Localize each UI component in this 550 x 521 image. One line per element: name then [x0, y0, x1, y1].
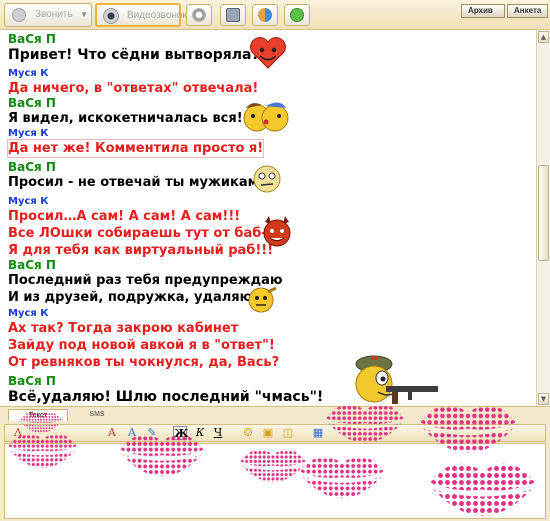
sender-name: ВаСя П [8, 96, 56, 110]
voice-call-button[interactable]: Звонить ▼ [4, 3, 92, 27]
phone-icon [12, 8, 26, 22]
devil-smiley-icon [263, 216, 291, 247]
video-call-button[interactable]: Видеозвонок [95, 3, 187, 27]
sender-name: Муся К [8, 68, 49, 79]
message-line: Да ничего, в "ответах" отвечала! [8, 81, 259, 96]
contacts-button[interactable] [252, 4, 278, 26]
message-line: Зайду под новой авкой я в "ответ"! [8, 338, 275, 353]
message-line: Все ЛОшки собираешь тут от баб- [8, 226, 267, 241]
message-musya: Муся К Да нет же! Комментила просто я! [6, 128, 265, 158]
message-musya: Муся К Просил…А сам! А сам! А сам!!! Все… [8, 196, 273, 259]
pensive-smiley-icon [253, 165, 281, 193]
message-line: Просил…А сам! А сам! А сам!!! [8, 209, 241, 224]
gear-icon [192, 8, 206, 22]
speech-bubble-icon [290, 8, 304, 22]
sender-name: Муся К [8, 308, 49, 319]
message-line: Да нет же! Комментила просто я! [6, 139, 265, 158]
message-line: Последний раз тебя предупреждаю [8, 273, 283, 288]
kissing-pair-icon [243, 102, 289, 132]
message-vasya: ВаСя П Просил - не отвечай ты мужикам! [8, 160, 264, 191]
chevron-down-icon[interactable]: ▼ [80, 10, 88, 19]
lipstick-kiss-icon [8, 404, 535, 516]
chat-toolbar: Звонить ▼ Видеозвонок Архив Анкета [0, 0, 550, 30]
message-line: И из друзей, подружка, удаляю! [8, 290, 259, 305]
smiley-heart-icon [250, 37, 286, 69]
message-line: Привет! Что сёдни вытворяла? [8, 47, 260, 63]
message-vasya: ВаСя П Я видел, искокетничалась вся! [8, 96, 243, 127]
voice-call-label: Звонить [35, 9, 73, 20]
sender-name: Муся К [8, 128, 49, 139]
profile-button[interactable]: Анкета [507, 4, 548, 18]
scroll-up-arrow-icon[interactable]: ▲ [538, 31, 549, 43]
scroll-thumb[interactable] [538, 165, 549, 261]
message-vasya: ВаСя П Привет! Что сёдни вытворяла? [8, 32, 260, 64]
message-musya: Муся К Да ничего, в "ответах" отвечала! [8, 68, 258, 97]
sender-name: ВаСя П [8, 160, 56, 174]
message-vasya: ВаСя П Последний раз тебя предупреждаю И… [8, 258, 283, 306]
message-musya: Муся К Ах так? Тогда закрою кабинет Зайд… [8, 308, 279, 371]
archive-button[interactable]: Архив [461, 4, 505, 18]
message-line: От ревняков ты чокнулся, да, Вась? [8, 355, 280, 370]
settings-button[interactable] [186, 4, 212, 26]
users-icon [258, 8, 272, 22]
chat-scrollbar[interactable]: ▲ ▼ [536, 30, 550, 406]
sender-name: ВаСя П [8, 258, 56, 272]
video-call-label: Видеозвонок [127, 10, 187, 21]
message-line: Я видел, искокетничалась вся! [8, 111, 243, 126]
message-line: Я для тебя как виртуальный раб!!! [8, 243, 274, 258]
save-button[interactable] [220, 4, 246, 26]
webcam-icon [103, 8, 119, 24]
message-line: Просил - не отвечай ты мужикам! [8, 175, 265, 190]
chat-bubble-button[interactable] [284, 4, 310, 26]
sender-name: ВаСя П [8, 374, 56, 388]
sender-name: Муся К [8, 196, 49, 207]
sender-name: ВаСя П [8, 32, 56, 46]
message-line: Ах так? Тогда закрою кабинет [8, 321, 239, 336]
salute-smiley-icon [248, 286, 277, 313]
message-log: ВаСя П Привет! Что сёдни вытворяла? Муся… [4, 30, 536, 406]
floppy-icon [226, 8, 240, 22]
